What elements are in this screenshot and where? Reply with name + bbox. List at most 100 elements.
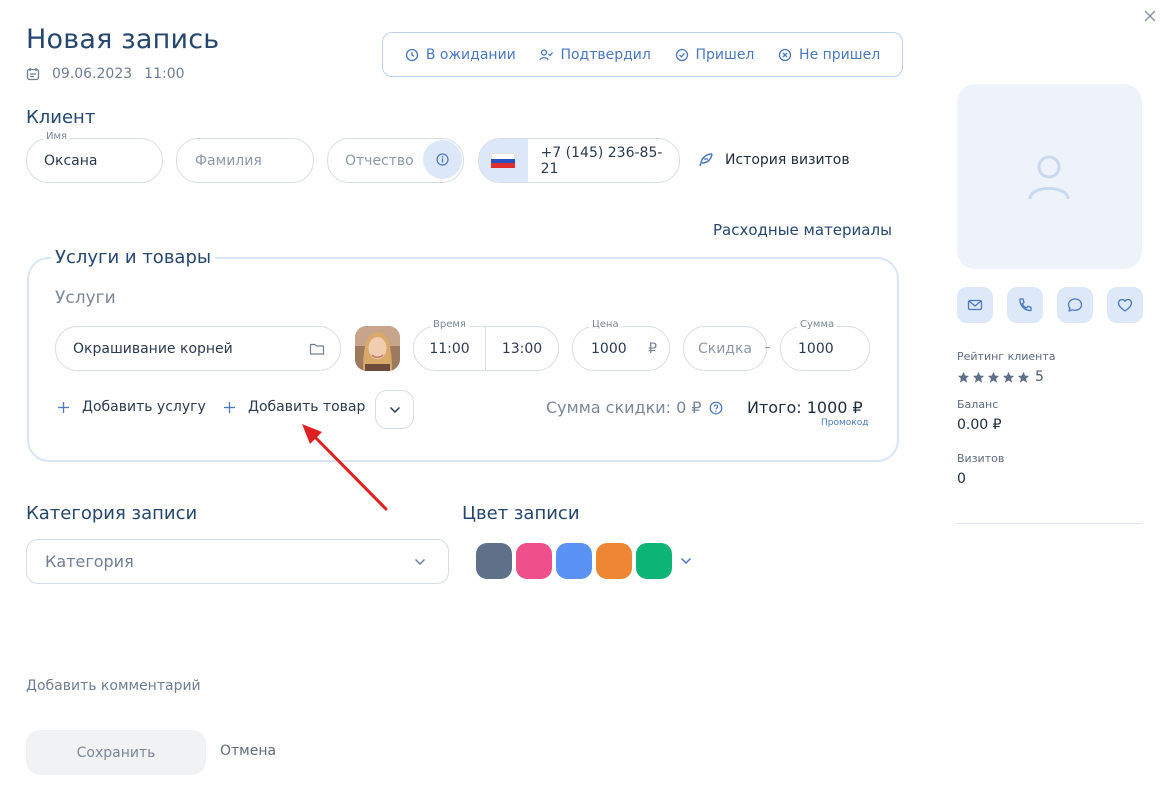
visit-history-button[interactable]: История визитов: [697, 151, 850, 169]
status-confirmed-label: Подтвердил: [560, 46, 651, 63]
balance-label: Баланс: [957, 398, 999, 411]
category-section-title: Категория записи: [26, 503, 198, 524]
message-button[interactable]: [1057, 287, 1093, 323]
add-product-label: Добавить товар: [248, 399, 366, 415]
discount-sum: Сумма скидки: 0 ₽: [546, 398, 723, 417]
user-check-icon: [539, 48, 554, 60]
color-swatch[interactable]: [556, 543, 592, 579]
annotation-arrow-icon: [302, 424, 388, 511]
color-section-title: Цвет записи: [462, 503, 580, 524]
phone-icon: [1019, 298, 1032, 312]
total-label: Итого: 1000 ₽: [747, 398, 863, 417]
color-swatch[interactable]: [516, 543, 552, 579]
close-icon[interactable]: [1142, 8, 1158, 24]
status-noshow-button[interactable]: Не пришел: [778, 47, 880, 63]
time-end-value: 13:00: [501, 340, 543, 357]
favorite-button[interactable]: [1107, 287, 1143, 323]
rating-stars: 5: [957, 369, 1044, 385]
price-label: Цена: [589, 319, 622, 330]
calendar-icon: [26, 68, 40, 81]
specialist-photo: [355, 326, 400, 371]
sum-field[interactable]: Сумма 1000: [780, 319, 870, 371]
save-button[interactable]: Сохранить: [26, 730, 206, 775]
last-name-field[interactable]: Фамилия: [176, 138, 314, 183]
specialist-avatar[interactable]: [355, 326, 400, 371]
add-service-label: Добавить услугу: [82, 399, 206, 415]
user-avatar-icon: [1028, 155, 1070, 200]
star-icon: [1002, 371, 1015, 383]
time-end-field[interactable]: 13:00: [486, 327, 558, 370]
color-swatch[interactable]: [636, 543, 672, 579]
appointment-date: 09.06.2023: [52, 66, 133, 82]
last-name-placeholder: Фамилия: [195, 152, 262, 169]
appointment-time: 11:00: [144, 66, 185, 82]
status-waiting-button[interactable]: В ожидании: [405, 47, 516, 63]
service-name-field[interactable]: Окрашивание корней: [55, 326, 341, 371]
price-field[interactable]: Цена 1000 ₽: [572, 319, 670, 371]
chevron-down-icon[interactable]: [680, 557, 692, 565]
client-actions: [957, 287, 1143, 323]
check-circle-icon: [675, 48, 688, 61]
sum-label: Сумма: [797, 319, 838, 330]
status-came-button[interactable]: Пришел: [675, 46, 755, 63]
promo-link[interactable]: Промокод: [821, 418, 868, 428]
patronymic-placeholder: Отчество: [345, 152, 414, 169]
phone-field[interactable]: +7 (145) 236-85-21: [478, 138, 680, 183]
visit-history-label: История визитов: [725, 152, 850, 168]
feather-icon: [699, 153, 713, 167]
star-icon: [972, 371, 985, 383]
discount-separator: [765, 347, 770, 348]
time-label: Время: [430, 319, 469, 330]
status-selector: В ожидании Подтвердил Пришел Не пришел: [382, 32, 903, 77]
rating-value: 5: [1035, 369, 1044, 385]
star-icon: [957, 371, 970, 383]
folder-icon[interactable]: [309, 342, 325, 356]
add-comment-link[interactable]: Добавить комментарий: [26, 678, 201, 694]
status-confirmed-button[interactable]: Подтвердил: [539, 46, 651, 63]
plus-icon: [58, 401, 69, 413]
services-subtitle: Услуги: [55, 288, 116, 308]
phone-value: +7 (145) 236-85-21: [540, 144, 663, 177]
category-select[interactable]: Категория: [26, 539, 449, 584]
help-icon[interactable]: [709, 401, 723, 415]
color-swatches: [476, 543, 692, 579]
first-name-label: Имя: [43, 131, 71, 142]
add-service-button[interactable]: Добавить услугу: [57, 399, 206, 415]
cancel-button[interactable]: Отмена: [220, 743, 276, 759]
page-title: Новая запись: [26, 24, 220, 55]
first-name-value: Оксана: [44, 152, 98, 169]
time-start-value: 11:00: [429, 340, 470, 357]
price-value: 1000: [591, 340, 627, 357]
chat-icon: [1067, 298, 1083, 312]
clock-icon: [405, 48, 418, 61]
time-range-field[interactable]: Время 11:00 13:00: [413, 319, 559, 371]
first-name-field[interactable]: Имя Оксана: [26, 131, 163, 183]
visits-value: 0: [957, 471, 966, 487]
discount-field[interactable]: Скидка: [683, 326, 767, 371]
email-button[interactable]: [957, 287, 993, 323]
russia-flag-icon: [491, 153, 516, 169]
consumables-link[interactable]: Расходные материалы: [713, 221, 892, 239]
patronymic-info-button[interactable]: [423, 140, 462, 179]
appointment-datetime: 09.06.2023 11:00: [26, 66, 185, 82]
mail-icon: [967, 299, 983, 311]
country-selector[interactable]: [479, 139, 528, 182]
discount-placeholder: Скидка: [697, 340, 753, 357]
status-came-label: Пришел: [695, 46, 755, 63]
add-product-button[interactable]: Добавить товар: [223, 399, 365, 415]
status-noshow-label: Не пришел: [799, 46, 881, 63]
rating-label: Рейтинг клиента: [957, 350, 1056, 363]
price-currency: ₽: [648, 340, 657, 357]
plus-icon: [224, 401, 235, 413]
color-swatch[interactable]: [596, 543, 632, 579]
sidebar-divider: [957, 523, 1142, 524]
client-section-title: Клиент: [26, 107, 96, 128]
call-button[interactable]: [1007, 287, 1043, 323]
color-swatch[interactable]: [476, 543, 512, 579]
chevron-down-icon: [389, 406, 400, 413]
time-start-field[interactable]: 11:00: [414, 327, 486, 370]
client-photo-placeholder[interactable]: [957, 84, 1142, 269]
status-waiting-label: В ожидании: [425, 46, 516, 63]
category-placeholder: Категория: [45, 552, 134, 571]
balance-value: 0.00 ₽: [957, 417, 1002, 433]
